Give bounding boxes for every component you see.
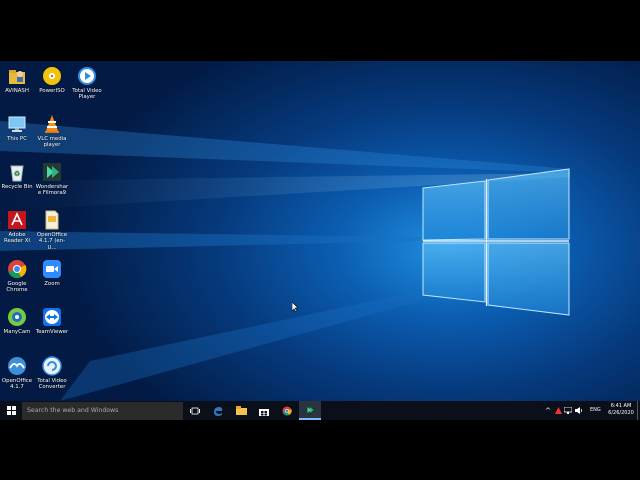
store-icon [259, 408, 269, 416]
desktop-icon-label: AVINASH [5, 88, 29, 94]
desktop-icon-label: Total Video Converter [37, 378, 67, 391]
desktop-icon-recycle-bin[interactable]: ♻ Recycle Bin [0, 161, 34, 190]
desktop-icon-zoom[interactable]: Zoom [35, 258, 69, 287]
warning-shield-icon [554, 407, 562, 414]
search-input[interactable]: Search the web and Windows [22, 402, 183, 420]
desktop-icon-label: PowerISO [39, 88, 65, 94]
user-folder-icon [6, 65, 28, 87]
desktop-icon-grid: AVINASH PowerISO Total Video Player This… [0, 61, 110, 401]
desktop-icon-label: Wondershare Filmora9 [35, 184, 69, 197]
chrome-icon [282, 406, 292, 416]
vlc-cone-icon [41, 113, 63, 135]
poweriso-disc-icon [41, 65, 63, 87]
windows-start-icon [6, 406, 16, 415]
desktop-icon-label: Zoom [44, 281, 60, 287]
filmora-icon [305, 405, 315, 414]
filmora-icon [41, 161, 63, 183]
search-placeholder: Search the web and Windows [27, 407, 119, 414]
desktop-icon-label: VLC media player [37, 136, 67, 149]
edge-taskbar-button[interactable] [209, 401, 227, 420]
filmora-taskbar-button[interactable] [299, 401, 321, 420]
desktop-icon-label: This PC [7, 136, 27, 142]
openoffice-gulls-icon [6, 355, 28, 377]
edge-icon [214, 406, 223, 416]
desktop-icon-adobe-reader[interactable]: Adobe Reader XI [0, 209, 34, 245]
task-view-button[interactable] [186, 401, 204, 420]
desktop-icon-manycam[interactable]: ManyCam [0, 306, 34, 335]
desktop-icon-label: OpenOffice 4.1.7 [1, 378, 33, 391]
desktop-icon-openoffice-installer[interactable]: OpenOffice 4.1.7 (en-U... [35, 209, 69, 251]
tray-volume-button[interactable] [574, 401, 584, 420]
tray-clock[interactable]: 6:41 AM 6/26/2020 [606, 403, 636, 417]
chevron-up-icon: ^ [545, 406, 551, 415]
desktop-icon-label: Google Chrome [6, 281, 28, 294]
desktop-icon-google-chrome[interactable]: Google Chrome [0, 258, 34, 294]
desktop-icon-total-video-player[interactable]: Total Video Player [70, 65, 104, 101]
total-video-converter-icon [41, 355, 63, 377]
desktop-wallpaper[interactable]: AVINASH PowerISO Total Video Player This… [0, 61, 640, 401]
taskbar: Search the web and Windows ^ ENG 6:41 AM… [0, 401, 640, 420]
volume-icon [575, 407, 583, 414]
desktop-icon-avinash[interactable]: AVINASH [0, 65, 34, 94]
desktop-icon-vlc[interactable]: VLC media player [35, 113, 69, 149]
adobe-reader-icon [6, 209, 28, 231]
desktop-icon-filmora[interactable]: Wondershare Filmora9 [35, 161, 69, 197]
zoom-icon [41, 258, 63, 280]
desktop-icon-poweriso[interactable]: PowerISO [35, 65, 69, 94]
desktop-icon-label: Recycle Bin [1, 184, 33, 190]
tray-network-button[interactable] [563, 401, 573, 420]
desktop-icon-label: ManyCam [3, 329, 31, 335]
desktop-icon-label: Adobe Reader XI [3, 232, 31, 245]
chrome-icon [6, 258, 28, 280]
desktop-icon-label: OpenOffice 4.1.7 (en-U... [36, 232, 68, 251]
mouse-cursor-icon [292, 302, 299, 312]
tray-date: 6/26/2020 [608, 410, 634, 416]
chrome-taskbar-button[interactable] [278, 401, 296, 420]
tray-security-button[interactable] [553, 401, 563, 420]
desktop-icon-openoffice[interactable]: OpenOffice 4.1.7 [0, 355, 34, 391]
desktop-icon-this-pc[interactable]: This PC [0, 113, 34, 142]
language-indicator[interactable]: ENG [590, 401, 601, 420]
desktop-icon-label: TeamViewer [35, 329, 69, 335]
network-icon [564, 407, 572, 414]
this-pc-icon [6, 113, 28, 135]
file-explorer-icon [235, 406, 247, 415]
tray-time: 6:41 AM [610, 403, 632, 409]
desktop-icon-total-video-converter[interactable]: Total Video Converter [35, 355, 69, 391]
teamviewer-icon [41, 306, 63, 328]
recycle-bin-icon: ♻ [6, 161, 28, 183]
desktop-icon-teamviewer[interactable]: TeamViewer [35, 306, 69, 335]
desktop-icon-label: Total Video Player [72, 88, 102, 101]
show-hidden-icons-button[interactable]: ^ [543, 401, 553, 420]
manycam-icon [6, 306, 28, 328]
file-explorer-taskbar-button[interactable] [232, 401, 250, 420]
svg-text:♻: ♻ [14, 170, 20, 178]
openoffice-document-icon [41, 209, 63, 231]
store-taskbar-button[interactable] [255, 401, 273, 420]
start-button[interactable] [0, 401, 22, 420]
task-view-icon [190, 407, 200, 414]
total-video-player-icon [76, 65, 98, 87]
